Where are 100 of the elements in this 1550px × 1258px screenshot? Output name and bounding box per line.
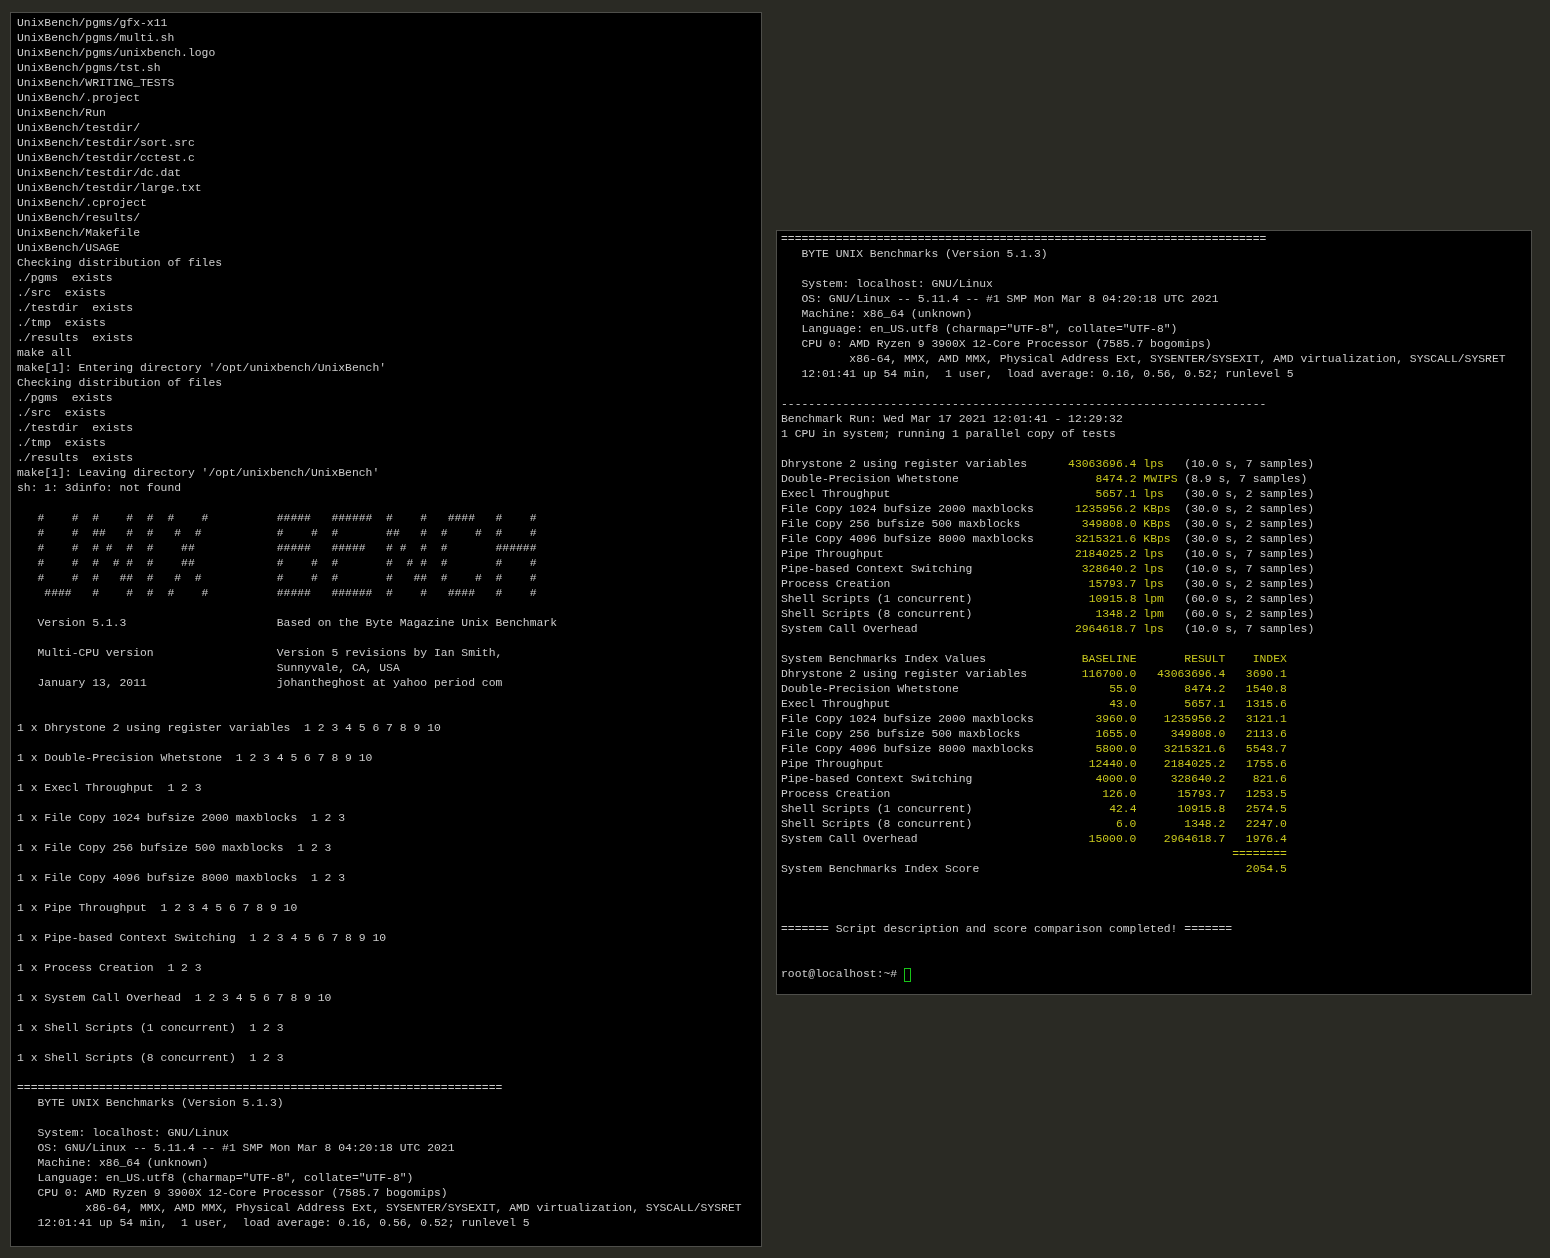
score-label: System Benchmarks Index Score [781,863,980,875]
table-cell: 1540.8 [1245,683,1287,695]
table-cell: 1348.2 [1184,818,1226,830]
terminal-line: System: localhost: GNU/Linux [800,278,993,290]
terminal-line: ======================================================================= [17,1082,503,1094]
terminal-line: 1 x Pipe-based Context Switching 1 2 3 4 5 6 7 8 9 10 [17,932,387,944]
table-cell: 5657.1 [1184,698,1226,710]
column-header: INDEX [1252,653,1287,665]
benchmark-timing: (30.0 s, 2 samples) [1184,533,1315,545]
benchmark-unit: lps [1143,578,1164,590]
table-cell: File Copy 4096 bufsize 8000 maxblocks [781,743,1034,755]
shell-prompt: root@localhost:~# [781,967,898,982]
terminal-line: UnixBench/pgms/tst.sh [17,62,161,74]
terminal-line: Version 5.1.3 Based on the Byte Magazine Unix Benchmark [36,617,557,629]
terminal-line: #### # # # # # ##### ###### # # #### # # [43,587,537,599]
table-cell: Process Creation [781,788,891,800]
benchmark-unit: KBps [1143,503,1171,515]
table-cell: 4000.0 [1095,773,1137,785]
terminal-line: Language: en_US.utf8 (charmap="UTF-8", collate="UTF-8") [36,1172,414,1184]
terminal-line: ./results exists [17,452,134,464]
terminal-line: January 13, 2011 johantheghost at yahoo period com [36,677,503,689]
terminal-line: Checking distribution of files [17,257,223,269]
terminal-line: ./src exists [17,287,106,299]
table-cell: 3215321.6 [1163,743,1226,755]
table-cell: 2184025.2 [1163,758,1226,770]
table-cell: 12440.0 [1088,758,1137,770]
benchmark-value: 2184025.2 [1074,548,1137,560]
terminal-line: ./pgms exists [17,392,113,404]
benchmark-value: 10915.8 [1088,593,1137,605]
benchmark-value: 15793.7 [1088,578,1137,590]
terminal-line: make all [17,347,72,359]
terminal-line: ======= Script description and score comparison completed! ======= [781,923,1233,935]
table-cell: 8474.2 [1184,683,1226,695]
benchmark-timing: (10.0 s, 7 samples) [1184,563,1315,575]
terminal-line: ./tmp exists [17,317,106,329]
table-cell: 6.0 [1115,818,1137,830]
terminal-line: UnixBench/testdir/large.txt [17,182,202,194]
table-cell: 1976.4 [1245,833,1287,845]
benchmark-value: 43063696.4 [1068,458,1137,470]
terminal-line: 12:01:41 up 54 min, 1 user, load average: 0.16, 0.56, 0.52; runlevel 5 [36,1217,530,1229]
table-cell: 1235956.2 [1163,713,1226,725]
benchmark-value: 5657.1 [1095,488,1137,500]
terminal-line: UnixBench/pgms/multi.sh [17,32,175,44]
terminal-line: make[1]: Entering directory '/opt/unixbench/UnixBench' [17,362,387,374]
terminal-line: ./tmp exists [17,437,106,449]
benchmark-name: Process Creation [781,578,891,590]
benchmark-value: 3215321.6 [1074,533,1137,545]
benchmark-name: Shell Scripts (1 concurrent) [781,593,973,605]
table-cell: File Copy 256 bufsize 500 maxblocks [781,728,1021,740]
text-cursor [904,967,912,982]
terminal-line: 1 CPU in system; running 1 parallel copy of tests [781,428,1116,440]
benchmark-name: Shell Scripts (8 concurrent) [781,608,973,620]
terminal-line: UnixBench/Run [17,107,106,119]
benchmark-unit: lps [1143,488,1164,500]
terminal-line: # # # ## # # # # # # # ## # # # # [36,572,537,584]
table-cell: 116700.0 [1081,668,1137,680]
terminal-line: UnixBench/Makefile [17,227,141,239]
table-cell: 3121.1 [1245,713,1287,725]
table-cell: 2247.0 [1245,818,1287,830]
table-cell: Dhrystone 2 using register variables [781,668,1028,680]
table-cell: 1755.6 [1245,758,1287,770]
terminal-line: x86-64, MMX, AMD MMX, Physical Address Ext, SYSENTER/SYSEXIT, AMD virtualization, SYSCALL/SYSRET [848,353,1506,365]
benchmark-name: Pipe Throughput [781,548,884,560]
benchmark-unit: MWIPS [1143,473,1178,485]
table-cell: 2113.6 [1245,728,1287,740]
table-cell: 43063696.4 [1156,668,1226,680]
terminal-line: Language: en_US.utf8 (charmap="UTF-8", collate="UTF-8") [800,323,1178,335]
terminal-line: UnixBench/results/ [17,212,141,224]
terminal-line: 1 x Process Creation 1 2 3 [17,962,202,974]
terminal-line: 1 x File Copy 4096 bufsize 8000 maxblocks 1 2 3 [17,872,346,884]
terminal-line: # # ## # # # # # # # ## # # # # # [36,527,537,539]
terminal-line: 1 x Shell Scripts (8 concurrent) 1 2 3 [17,1052,284,1064]
terminal-line: sh: 1: 3dinfo: not found [17,482,182,494]
benchmark-timing: (60.0 s, 2 samples) [1184,593,1315,605]
terminal-line: UnixBench/testdir/dc.dat [17,167,182,179]
table-cell: File Copy 1024 bufsize 2000 maxblocks [781,713,1034,725]
benchmark-name: System Call Overhead [781,623,918,635]
terminal-line: UnixBench/pgms/gfx-x11 [17,17,168,29]
table-cell: 1655.0 [1095,728,1137,740]
table-cell: 3960.0 [1095,713,1137,725]
terminal-line: # # # # # # ## # # # # # # # # # [36,557,537,569]
terminal-line: 12:01:41 up 54 min, 1 user, load average: 0.16, 0.56, 0.52; runlevel 5 [800,368,1294,380]
table-cell: 328640.2 [1170,773,1226,785]
benchmark-timing: (30.0 s, 2 samples) [1184,578,1315,590]
table-cell: 55.0 [1109,683,1137,695]
benchmark-unit: KBps [1143,518,1171,530]
terminal-line: UnixBench/WRITING_TESTS [17,77,175,89]
terminal-line: # # # # # # # ##### ###### # # #### # # [36,512,537,524]
benchmark-timing: (60.0 s, 2 samples) [1184,608,1315,620]
table-cell: 5800.0 [1095,743,1137,755]
benchmark-timing: (30.0 s, 2 samples) [1184,503,1315,515]
benchmark-name: File Copy 4096 bufsize 8000 maxblocks [781,533,1034,545]
table-cell: 2964618.7 [1163,833,1226,845]
benchmark-name: File Copy 256 bufsize 500 maxblocks [781,518,1021,530]
table-cell: 821.6 [1252,773,1287,785]
table-cell: 5543.7 [1245,743,1287,755]
terminal-line: 1 x Dhrystone 2 using register variables 1 2 3 4 5 6 7 8 9 10 [17,722,441,734]
benchmark-value: 328640.2 [1081,563,1137,575]
benchmark-value: 8474.2 [1095,473,1137,485]
benchmark-unit: lpm [1143,608,1164,620]
